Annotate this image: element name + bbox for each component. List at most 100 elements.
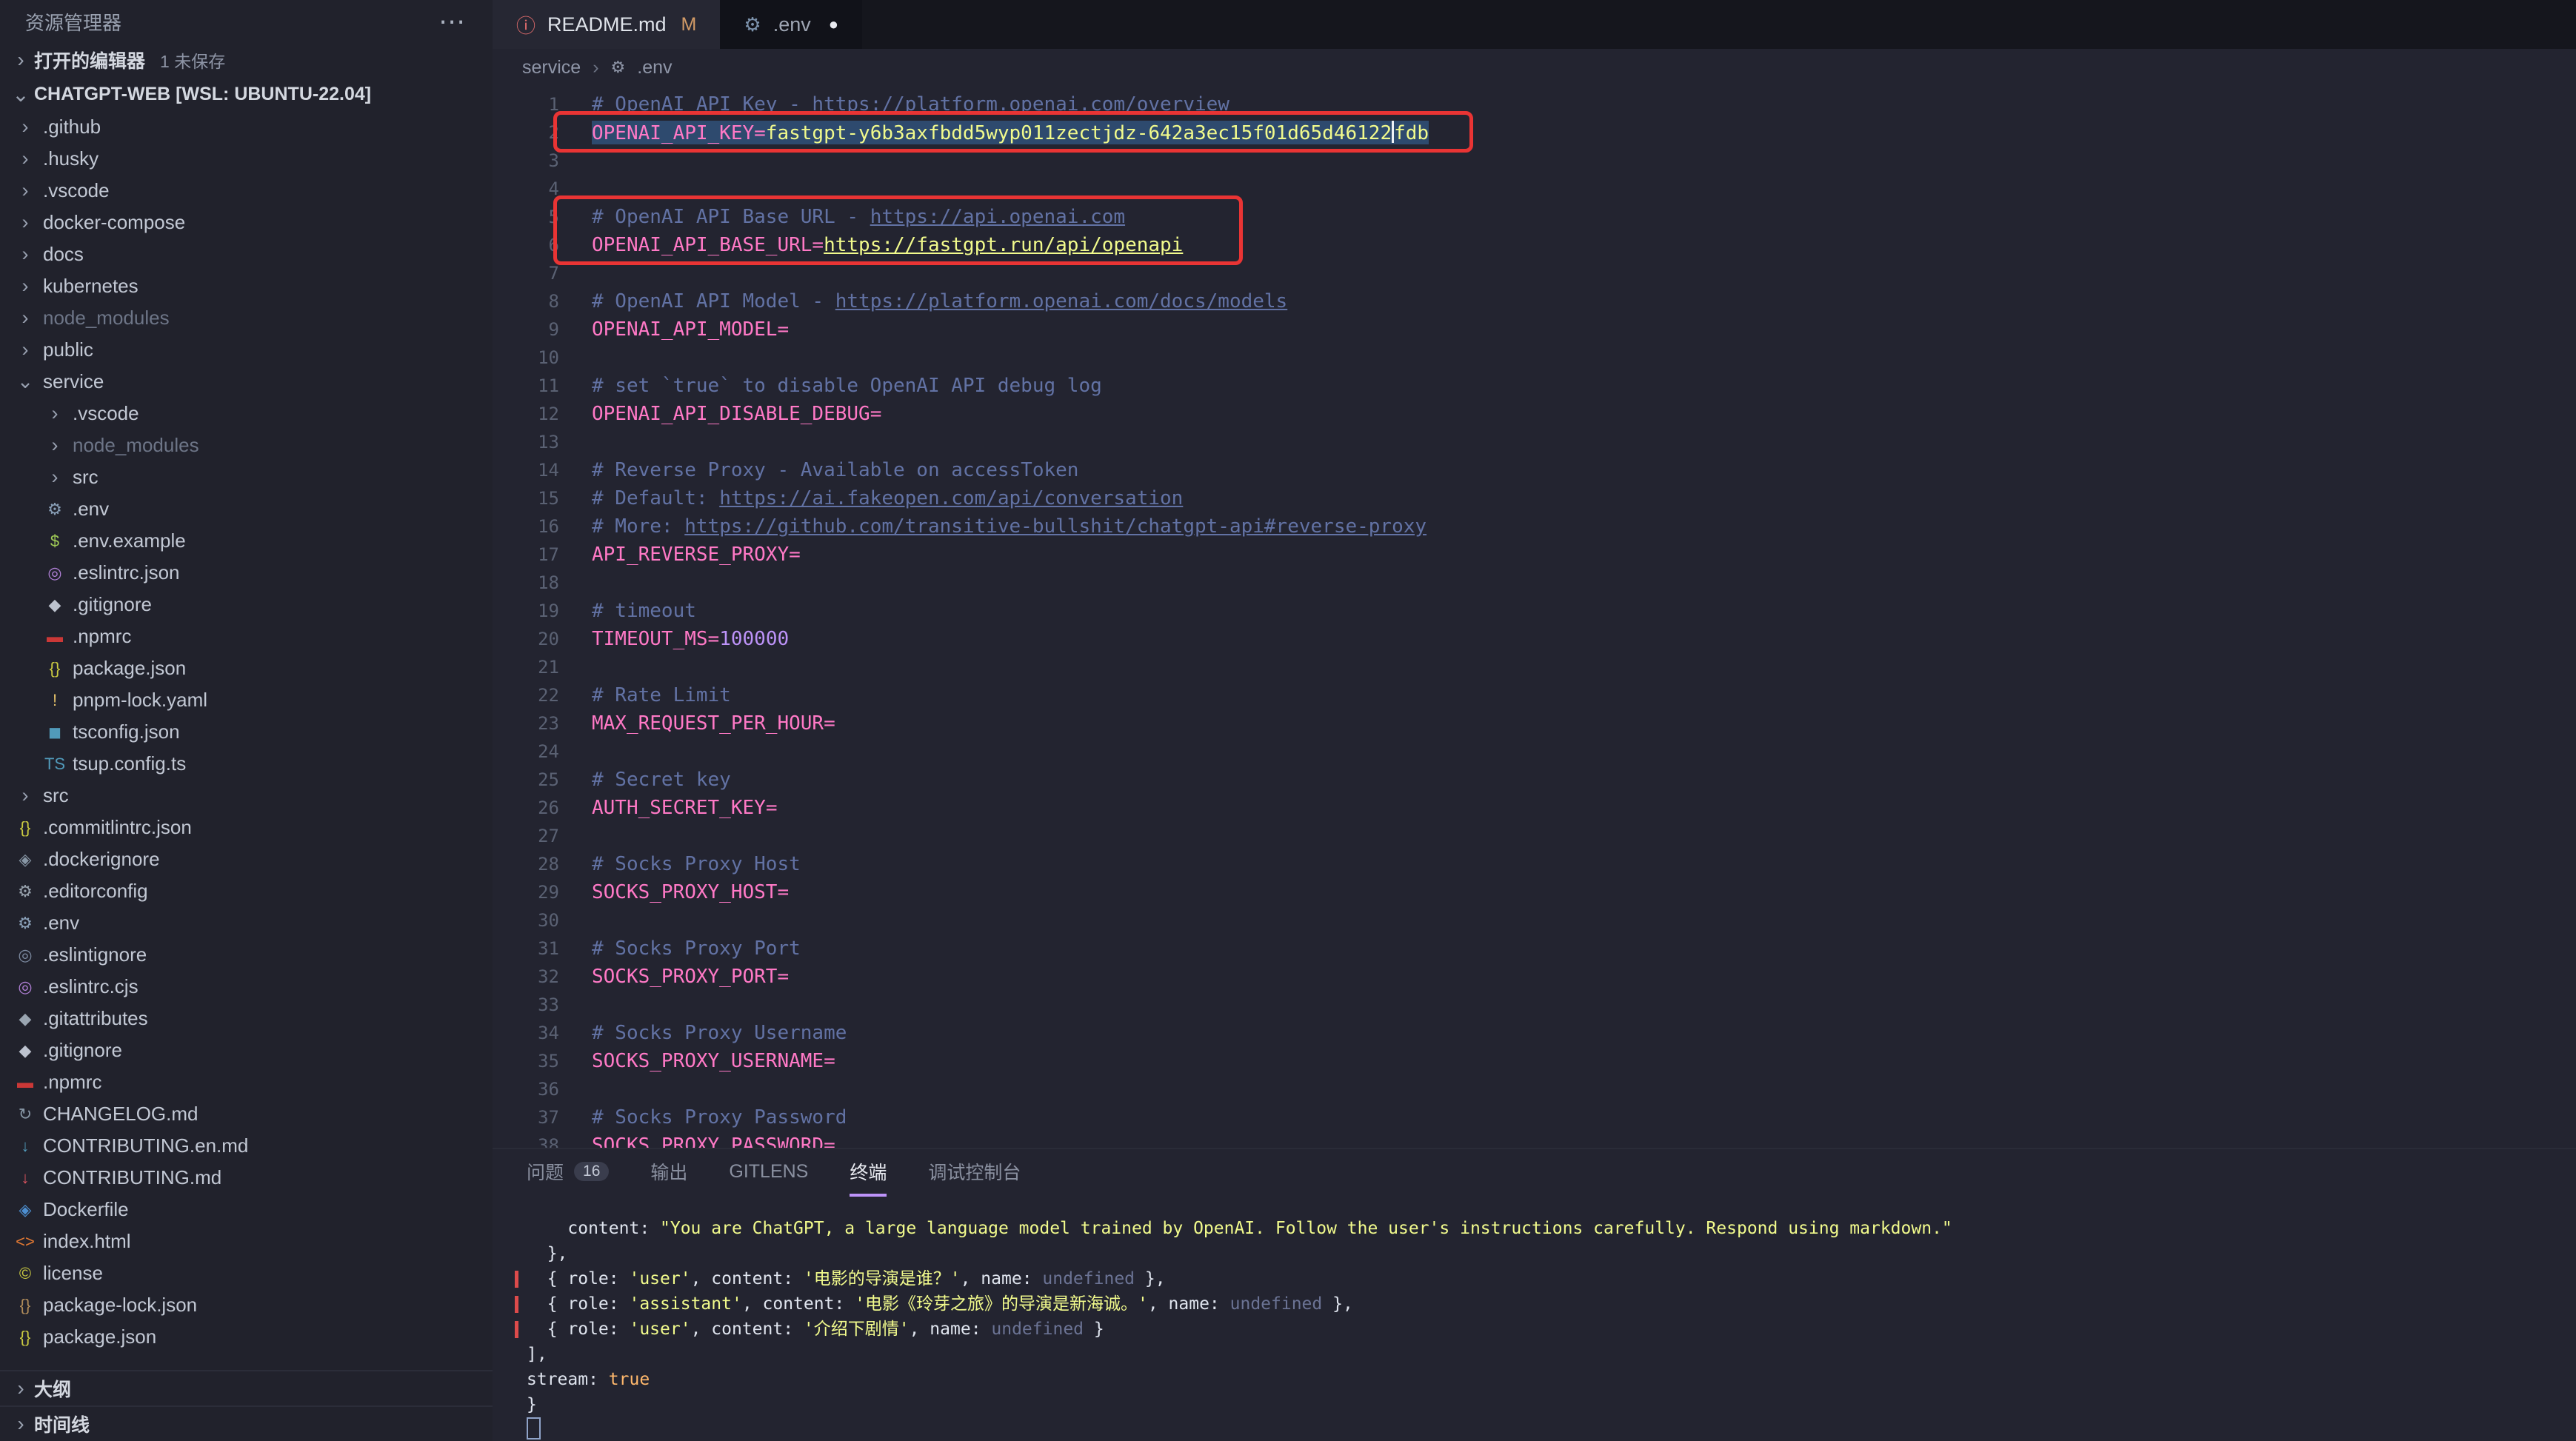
docker-whale-icon: ◈ xyxy=(10,1200,40,1220)
tree-folder-docs[interactable]: ›docs xyxy=(0,238,493,270)
tab-env[interactable]: ⚙ .env ● xyxy=(720,0,862,49)
tree-file-.npmrc[interactable]: ▬.npmrc xyxy=(0,1066,493,1098)
breadcrumb-folder[interactable]: service xyxy=(522,57,581,78)
terminal-token: true xyxy=(609,1370,650,1389)
tree-file-package.json[interactable]: {}package.json xyxy=(0,1321,493,1353)
tree-file-.eslintrc.cjs[interactable]: ◎.eslintrc.cjs xyxy=(0,971,493,1003)
tree-item-label: Dockerfile xyxy=(43,1198,129,1221)
outline-section[interactable]: › 大纲 xyxy=(0,1370,493,1405)
panel-tab-gitlens[interactable]: GITLENS xyxy=(729,1149,808,1197)
tree-folder-docker-compose[interactable]: ›docker-compose xyxy=(0,207,493,238)
tree-item-label: .gitattributes xyxy=(43,1007,148,1030)
code-token: # Reverse Proxy - Available on accessTok… xyxy=(592,459,1078,481)
tree-folder-.husky[interactable]: ›.husky xyxy=(0,143,493,175)
tree-file-.commitlintrc.json[interactable]: {}.commitlintrc.json xyxy=(0,812,493,843)
license-icon: © xyxy=(10,1264,40,1283)
code-token: 100000 xyxy=(719,628,789,650)
tree-item-label: CHANGELOG.md xyxy=(43,1103,198,1126)
tree-file-.eslintrc.json[interactable]: ◎.eslintrc.json xyxy=(0,557,493,589)
tree-folder-.vscode[interactable]: ›.vscode xyxy=(0,398,493,429)
code-line: 32SOCKS_PROXY_PORT= xyxy=(493,963,2576,991)
code-token: # OpenAI API Key - xyxy=(592,93,812,116)
terminal-output[interactable]: content: "You are ChatGPT, a large langu… xyxy=(493,1197,2576,1441)
panel-tab-debug-console[interactable]: 调试控制台 xyxy=(928,1149,1021,1197)
tree-file-.gitattributes[interactable]: ◆.gitattributes xyxy=(0,1003,493,1034)
panel-tab-output[interactable]: 输出 xyxy=(650,1149,687,1197)
terminal-token: }, xyxy=(1322,1294,1353,1314)
problems-count-badge: 16 xyxy=(574,1162,609,1181)
timeline-section[interactable]: › 时间线 xyxy=(0,1405,493,1441)
tree-file-CHANGELOG.md[interactable]: ↻CHANGELOG.md xyxy=(0,1098,493,1130)
code-token: OPENAI_API_MODEL xyxy=(592,318,777,341)
tree-item-label: .npmrc xyxy=(73,625,131,648)
terminal-token: , name: xyxy=(961,1269,1043,1288)
tree-file-.gitignore[interactable]: ◆.gitignore xyxy=(0,1034,493,1066)
tree-folder-.github[interactable]: ›.github xyxy=(0,111,493,143)
tab-readme[interactable]: ⓘ README.md M xyxy=(493,0,720,49)
code-line: 22# Rate Limit xyxy=(493,681,2576,709)
code-line: 33 xyxy=(493,991,2576,1019)
code-line: 14# Reverse Proxy - Available on accessT… xyxy=(493,456,2576,484)
line-number: 34 xyxy=(493,1023,559,1043)
workspace-section[interactable]: ⌄ CHATGPT-WEB [WSL: UBUNTU-22.04] xyxy=(0,77,493,111)
tree-item-label: CONTRIBUTING.md xyxy=(43,1166,221,1189)
tree-file-.gitignore[interactable]: ◆.gitignore xyxy=(0,589,493,621)
tree-file-CONTRIBUTING.md[interactable]: ↓CONTRIBUTING.md xyxy=(0,1162,493,1194)
tree-file-Dockerfile[interactable]: ◈Dockerfile xyxy=(0,1194,493,1226)
line-number: 22 xyxy=(493,685,559,706)
tree-folder-service[interactable]: ⌄service xyxy=(0,366,493,398)
tree-file-.env[interactable]: ⚙.env xyxy=(0,907,493,939)
code-line: 17API_REVERSE_PROXY= xyxy=(493,541,2576,569)
tree-folder-src[interactable]: ›src xyxy=(0,780,493,812)
code-token: https://platform.openai.com/overview xyxy=(812,93,1229,116)
line-number: 15 xyxy=(493,488,559,509)
tree-file-index.html[interactable]: <>index.html xyxy=(0,1226,493,1257)
editor-tabbar: ⓘ README.md M ⚙ .env ● xyxy=(493,0,2576,49)
code-token: SOCKS_PROXY_HOST xyxy=(592,881,777,903)
breadcrumb-file[interactable]: .env xyxy=(637,57,672,78)
tree-file-.editorconfig[interactable]: ⚙.editorconfig xyxy=(0,875,493,907)
tree-file-CONTRIBUTING.en.md[interactable]: ↓CONTRIBUTING.en.md xyxy=(0,1130,493,1162)
code-token: = xyxy=(812,234,824,256)
tree-folder-node_modules[interactable]: ›node_modules xyxy=(0,429,493,461)
line-number: 24 xyxy=(493,741,559,762)
tree-file-pnpm-lock.yaml[interactable]: !pnpm-lock.yaml xyxy=(0,684,493,716)
terminal-token: undefined xyxy=(1230,1294,1323,1314)
terminal-token: { role: xyxy=(527,1269,629,1288)
tree-file-package.json[interactable]: {}package.json xyxy=(0,652,493,684)
code-line: 28# Socks Proxy Host xyxy=(493,850,2576,878)
more-actions-icon[interactable]: ⋯ xyxy=(438,6,467,37)
tree-folder-node_modules[interactable]: ›node_modules xyxy=(0,302,493,334)
panel-tab-terminal[interactable]: 终端 xyxy=(850,1149,887,1197)
tree-file-tsconfig.json[interactable]: ◼tsconfig.json xyxy=(0,716,493,748)
tree-file-.npmrc[interactable]: ▬.npmrc xyxy=(0,621,493,652)
terminal-token: }, xyxy=(527,1244,567,1263)
tree-folder-kubernetes[interactable]: ›kubernetes xyxy=(0,270,493,302)
code-token: TIMEOUT_MS xyxy=(592,628,708,650)
tree-folder-.vscode[interactable]: ›.vscode xyxy=(0,175,493,207)
gear-icon: ⚙ xyxy=(40,500,70,519)
panel-tab-problems[interactable]: 问题 16 xyxy=(527,1149,609,1197)
tree-file-.dockerignore[interactable]: ◈.dockerignore xyxy=(0,843,493,875)
code-token: = xyxy=(708,628,720,650)
open-editors-section[interactable]: › 打开的编辑器 1 未保存 xyxy=(0,43,493,77)
chevron-down-icon: ⌄ xyxy=(10,370,40,393)
tree-file-tsup.config.ts[interactable]: TStsup.config.ts xyxy=(0,748,493,780)
chevron-right-icon: › xyxy=(40,466,70,489)
tree-file-.eslintignore[interactable]: ◎.eslintignore xyxy=(0,939,493,971)
vscode-window: 资源管理器 ⋯ › 打开的编辑器 1 未保存 ⌄ CHATGPT-WEB [WS… xyxy=(0,0,2576,1441)
tree-file-.env[interactable]: ⚙.env xyxy=(0,493,493,525)
git-icon: ◆ xyxy=(40,595,70,615)
line-number: 9 xyxy=(493,319,559,340)
tree-file-.env.example[interactable]: $.env.example xyxy=(0,525,493,557)
tree-item-label: docs xyxy=(43,243,84,266)
tree-item-label: public xyxy=(43,338,93,361)
code-editor[interactable]: 1# OpenAI API Key - https://platform.ope… xyxy=(493,86,2576,1148)
tree-folder-src[interactable]: ›src xyxy=(0,461,493,493)
tree-file-package-lock.json[interactable]: {}package-lock.json xyxy=(0,1289,493,1321)
tree-folder-public[interactable]: ›public xyxy=(0,334,493,366)
code-token: SOCKS_PROXY_USERNAME xyxy=(592,1050,824,1072)
eslint-icon: ◎ xyxy=(40,564,70,583)
tree-file-license[interactable]: ©license xyxy=(0,1257,493,1289)
explorer-header: 资源管理器 ⋯ xyxy=(0,0,493,43)
